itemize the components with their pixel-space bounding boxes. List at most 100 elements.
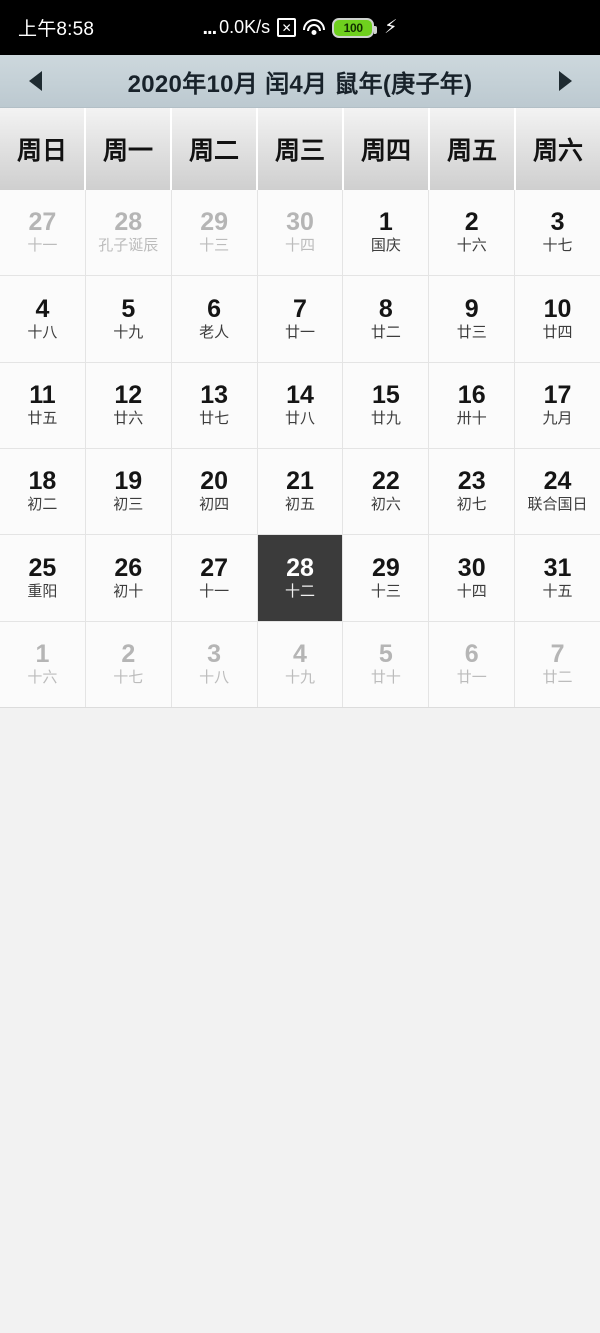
day-lunar-label: 孔子诞辰 [98, 237, 159, 255]
day-cell[interactable]: 30 十四 [429, 535, 515, 621]
day-cell[interactable]: 27 十一 [0, 190, 85, 276]
day-cell[interactable]: 31 十五 [515, 535, 600, 621]
day-lunar-label: 九月 [542, 410, 573, 428]
day-cell[interactable]: 3 十七 [515, 190, 600, 276]
day-lunar-label: 廿七 [199, 410, 230, 428]
weekday-header-5: 周五 [430, 108, 514, 190]
day-cell[interactable]: 1 十六 [0, 621, 85, 707]
day-number: 29 [371, 553, 400, 582]
day-cell[interactable]: 28 孔子诞辰 [85, 190, 171, 276]
chevron-left-icon [28, 71, 42, 91]
day-cell[interactable]: 11 廿五 [0, 362, 85, 448]
day-cell[interactable]: 16 卅十 [429, 362, 515, 448]
chevron-right-icon [558, 71, 572, 91]
day-cell[interactable]: 23 初七 [429, 449, 515, 535]
day-lunar-label: 卅十 [456, 410, 487, 428]
no-sim-glyph: ✕ [281, 20, 292, 35]
battery-level-label: 100 [343, 20, 363, 35]
day-lunar-label: 十一 [27, 237, 58, 255]
day-cell[interactable]: 3 十八 [171, 621, 257, 707]
day-cell[interactable]: 7 廿二 [515, 621, 600, 707]
status-bar: 上午8:58 ... 0.0K/s ✕ 100 ⚡ [0, 0, 600, 55]
day-cell[interactable]: 29 十三 [171, 190, 257, 276]
day-lunar-label: 十六 [27, 669, 58, 687]
day-number: 5 [378, 640, 393, 669]
day-number: 25 [28, 553, 57, 582]
day-lunar-label: 十八 [27, 323, 58, 341]
day-lunar-label: 十二 [284, 582, 315, 600]
day-number: 13 [200, 381, 229, 410]
day-lunar-label: 初十 [113, 582, 144, 600]
day-number: 31 [543, 553, 572, 582]
day-cell[interactable]: 19 初三 [85, 449, 171, 535]
day-cell[interactable]: 27 十一 [171, 535, 257, 621]
day-lunar-label: 十九 [284, 669, 315, 687]
day-cell[interactable]: 5 廿十 [343, 621, 429, 707]
day-cell[interactable]: 29 十三 [343, 535, 429, 621]
day-lunar-label: 十七 [542, 237, 573, 255]
day-number: 28 [286, 553, 314, 582]
day-cell[interactable]: 4 十九 [257, 621, 343, 707]
day-number: 30 [457, 553, 486, 582]
day-number: 7 [550, 640, 565, 669]
day-lunar-label: 十九 [113, 323, 144, 341]
day-cell[interactable]: 18 初二 [0, 449, 85, 535]
day-cell[interactable]: 14 廿八 [257, 362, 343, 448]
day-lunar-label: 十八 [199, 669, 230, 687]
day-lunar-label: 廿二 [542, 669, 573, 687]
month-title: 2020年10月 闰4月 鼠年(庚子年) [127, 70, 473, 98]
day-cell[interactable]: 8 廿二 [343, 276, 429, 362]
day-lunar-label: 十三 [370, 582, 401, 600]
day-cell[interactable]: 5 十九 [85, 276, 171, 362]
day-cell[interactable]: 7 廿一 [257, 276, 343, 362]
day-number: 14 [286, 381, 314, 410]
day-cell[interactable]: 2 十六 [429, 190, 515, 276]
day-cell[interactable]: 15 廿九 [343, 362, 429, 448]
day-cell[interactable]: 25 重阳 [0, 535, 85, 621]
day-cell[interactable]: 13 廿七 [171, 362, 257, 448]
day-cell-selected[interactable]: 28 十二 [257, 535, 343, 621]
network-speed-label: 0.0K/s [219, 17, 271, 37]
wifi-icon [303, 19, 326, 36]
day-lunar-label: 初三 [113, 496, 144, 514]
day-cell[interactable]: 10 廿四 [515, 276, 600, 362]
day-number: 19 [114, 467, 143, 496]
day-cell[interactable]: 20 初四 [171, 449, 257, 535]
day-cell[interactable]: 4 十八 [0, 276, 85, 362]
day-cell[interactable]: 26 初十 [85, 535, 171, 621]
day-cell[interactable]: 17 九月 [515, 362, 600, 448]
day-number: 17 [543, 381, 572, 410]
day-number: 3 [550, 208, 565, 237]
day-number: 3 [207, 640, 222, 669]
day-cell[interactable]: 1 国庆 [343, 190, 429, 276]
day-cell[interactable]: 21 初五 [257, 449, 343, 535]
day-number: 30 [286, 208, 314, 237]
day-lunar-label: 十七 [113, 669, 144, 687]
day-cell[interactable]: 24 联合国日 [515, 449, 600, 535]
day-lunar-label: 十四 [284, 237, 315, 255]
day-cell[interactable]: 22 初六 [343, 449, 429, 535]
day-number: 16 [457, 381, 486, 410]
day-cell[interactable]: 9 廿三 [429, 276, 515, 362]
day-lunar-label: 廿五 [27, 410, 58, 428]
day-number: 1 [35, 640, 50, 669]
day-lunar-label: 廿九 [370, 410, 401, 428]
weekday-header-6: 周六 [516, 108, 600, 190]
day-cell[interactable]: 6 廿一 [429, 621, 515, 707]
day-lunar-label: 十三 [199, 237, 230, 255]
day-number: 2 [464, 208, 479, 237]
day-number: 28 [114, 208, 143, 237]
day-number: 1 [378, 208, 393, 237]
day-cell[interactable]: 12 廿六 [85, 362, 171, 448]
weekday-header-1: 周一 [86, 108, 170, 190]
day-number: 21 [286, 467, 314, 496]
day-cell[interactable]: 2 十七 [85, 621, 171, 707]
charging-bolt-icon: ⚡ [384, 17, 398, 38]
day-lunar-label: 联合国日 [527, 496, 588, 514]
day-lunar-label: 初四 [199, 496, 230, 514]
prev-month-button[interactable] [0, 55, 70, 107]
day-cell[interactable]: 30 十四 [257, 190, 343, 276]
day-cell[interactable]: 6 老人 [171, 276, 257, 362]
next-month-button[interactable] [530, 55, 600, 107]
day-number: 18 [28, 467, 57, 496]
